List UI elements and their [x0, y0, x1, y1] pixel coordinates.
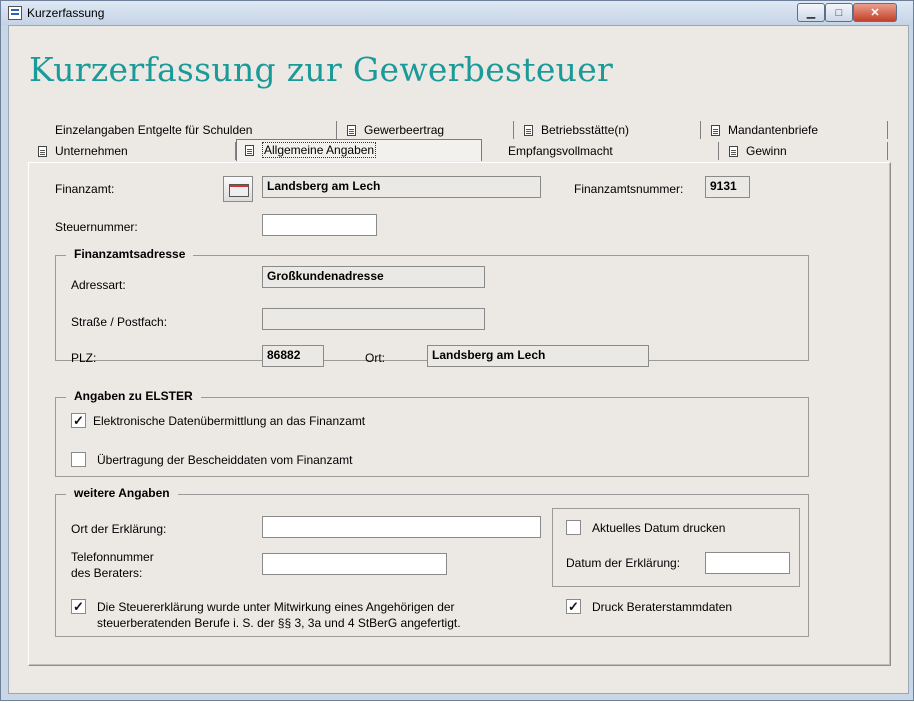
tab-empfangsvollmacht[interactable]: Empfangsvollmacht: [482, 142, 719, 160]
close-button[interactable]: ✕: [853, 3, 897, 22]
plz-field: 86882: [262, 345, 324, 367]
group-title: weitere Angaben: [66, 486, 178, 500]
tab-gewinn[interactable]: Gewinn: [719, 142, 888, 160]
close-icon: ✕: [870, 7, 880, 19]
page-title: Kurzerfassung zur Gewerbesteuer: [29, 50, 614, 89]
finanzamt-field: Landsberg am Lech: [262, 176, 541, 198]
elektronische-uebermittlung-label: Elektronische Datenübermittlung an das F…: [93, 414, 366, 428]
title-bar[interactable]: Kurzerfassung ▁ □ ✕: [1, 1, 913, 25]
tab-mandantenbriefe[interactable]: Mandantenbriefe: [701, 121, 888, 139]
steuernummer-input[interactable]: [262, 214, 377, 236]
document-icon: [524, 125, 533, 136]
mitwirkung-label-2: steuerberatenden Berufe i. S. der §§ 3, …: [97, 616, 461, 630]
finanzamtsnummer-field: 9131: [705, 176, 750, 198]
adressart-label: Adressart:: [71, 278, 126, 292]
group-title: Angaben zu ELSTER: [66, 389, 201, 403]
window-title: Kurzerfassung: [27, 6, 105, 20]
finanzamt-select-button[interactable]: [223, 176, 253, 202]
finanzamtsnummer-label: Finanzamtsnummer:: [574, 182, 684, 196]
form-client-area: Kurzerfassung zur Gewerbesteuer Einzelan…: [8, 25, 909, 694]
minimize-button[interactable]: ▁: [797, 3, 825, 22]
telefonnummer-input[interactable]: [262, 553, 447, 575]
minimize-icon: ▁: [806, 7, 816, 19]
maximize-icon: □: [835, 6, 843, 19]
druck-beraterstammdaten-label: Druck Beraterstammdaten: [592, 600, 733, 614]
finanzamt-label: Finanzamt:: [55, 182, 115, 196]
mitwirkung-checkbox[interactable]: [71, 599, 86, 614]
adressart-field: Großkundenadresse: [262, 266, 485, 288]
app-icon: [8, 6, 22, 20]
document-icon: [729, 146, 738, 157]
tab-label: Einzelangaben Entgelte für Schulden: [55, 123, 253, 137]
ort-der-erklaerung-input[interactable]: [262, 516, 541, 538]
aktuelles-datum-checkbox[interactable]: [566, 520, 581, 535]
document-icon: [38, 146, 47, 157]
tab-label: Betriebsstätte(n): [541, 123, 630, 137]
document-icon: [245, 145, 254, 156]
datum-group: [552, 508, 800, 587]
tab-einzelangaben[interactable]: Einzelangaben Entgelte für Schulden: [55, 121, 337, 139]
application-window: Kurzerfassung ▁ □ ✕ Kurzerfassung zur Ge…: [0, 0, 914, 701]
druck-beraterstammdaten-checkbox[interactable]: [566, 599, 581, 614]
steuernummer-label: Steuernummer:: [55, 220, 138, 234]
bescheiddaten-checkbox[interactable]: [71, 452, 86, 467]
datum-der-erklaerung-label: Datum der Erklärung:: [566, 556, 681, 570]
bescheiddaten-label: Übertragung der Bescheiddaten vom Finanz…: [97, 453, 353, 467]
plz-label: PLZ:: [71, 351, 97, 365]
tab-label: Unternehmen: [55, 144, 128, 158]
tab-betriebsstaetten[interactable]: Betriebsstätte(n): [514, 121, 701, 139]
strasse-field: [262, 308, 485, 330]
tab-label: Mandantenbriefe: [728, 123, 819, 137]
tab-label: Gewerbeertrag: [364, 123, 445, 137]
ort-der-erklaerung-label: Ort der Erklärung:: [71, 522, 167, 536]
mitwirkung-label-1: Die Steuererklärung wurde unter Mitwirku…: [97, 600, 455, 614]
aktuelles-datum-label: Aktuelles Datum drucken: [592, 521, 726, 535]
tab-unternehmen[interactable]: Unternehmen: [28, 142, 236, 160]
document-icon: [347, 125, 356, 136]
tab-label: Allgemeine Angaben: [262, 142, 377, 158]
document-icon: [711, 125, 720, 136]
strasse-label: Straße / Postfach:: [71, 315, 168, 329]
tab-label: Empfangsvollmacht: [508, 144, 613, 158]
ort-label: Ort:: [365, 351, 385, 365]
tab-gewerbeertrag[interactable]: Gewerbeertrag: [337, 121, 514, 139]
elektronische-uebermittlung-checkbox[interactable]: [71, 413, 86, 428]
maximize-button[interactable]: □: [825, 3, 853, 22]
telefonnummer-label-2: des Beraters:: [71, 566, 143, 580]
datum-der-erklaerung-input[interactable]: [705, 552, 790, 574]
group-title: Finanzamtsadresse: [66, 247, 194, 261]
ort-field: Landsberg am Lech: [427, 345, 649, 367]
tab-label: Gewinn: [746, 144, 787, 158]
telefonnummer-label-1: Telefonnummer: [71, 550, 154, 564]
tab-allgemeine-angaben[interactable]: Allgemeine Angaben: [236, 139, 482, 161]
